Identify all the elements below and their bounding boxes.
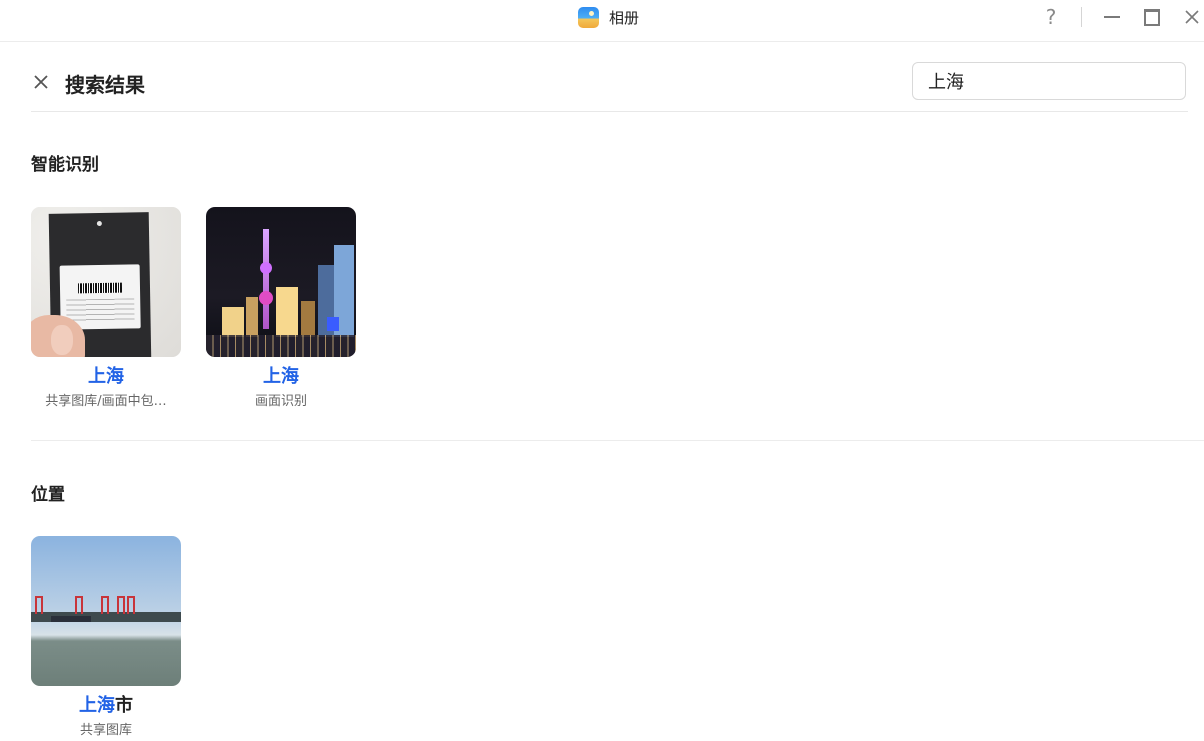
result-item[interactable]: 上海市 共享图库 [31,536,181,738]
result-subtitle: 画面识别 [254,394,307,409]
titlebar-separator [1081,7,1082,27]
app-title: 相册 [609,8,640,27]
close-search-button[interactable] [31,72,51,92]
result-title: 上海市 [79,695,133,716]
help-button[interactable]: ? [1037,4,1065,30]
section-title-smart-recognition: 智能识别 [31,155,99,175]
question-icon: ? [1045,5,1057,29]
photo-thumbnail[interactable] [31,207,181,357]
minimize-icon [1104,16,1120,18]
photo-thumbnail[interactable] [206,207,356,357]
result-item[interactable]: 上海 画面识别 [206,207,356,409]
result-subtitle: 共享图库/画面中包… [45,394,167,409]
minimize-button[interactable] [1098,4,1126,30]
result-title: 上海 [263,366,299,387]
search-header: 搜索结果 [31,42,1188,112]
section-title-location: 位置 [31,485,65,505]
close-window-button[interactable] [1178,4,1204,30]
result-subtitle: 共享图库 [79,723,132,738]
result-item[interactable]: 上海 共享图库/画面中包… [31,207,181,409]
app-title-area: 相册 [578,5,639,29]
close-icon [34,75,48,89]
photos-app-icon [578,6,599,28]
photo-thumbnail[interactable] [31,536,181,686]
title-bar: 相册 ? [0,0,1204,42]
page-title: 搜索结果 [65,73,145,97]
maximize-button[interactable] [1138,4,1166,30]
result-title: 上海 [88,366,124,387]
maximize-icon [1144,8,1160,26]
close-icon [1185,10,1199,24]
search-input[interactable] [912,62,1186,100]
section-divider [31,440,1204,441]
